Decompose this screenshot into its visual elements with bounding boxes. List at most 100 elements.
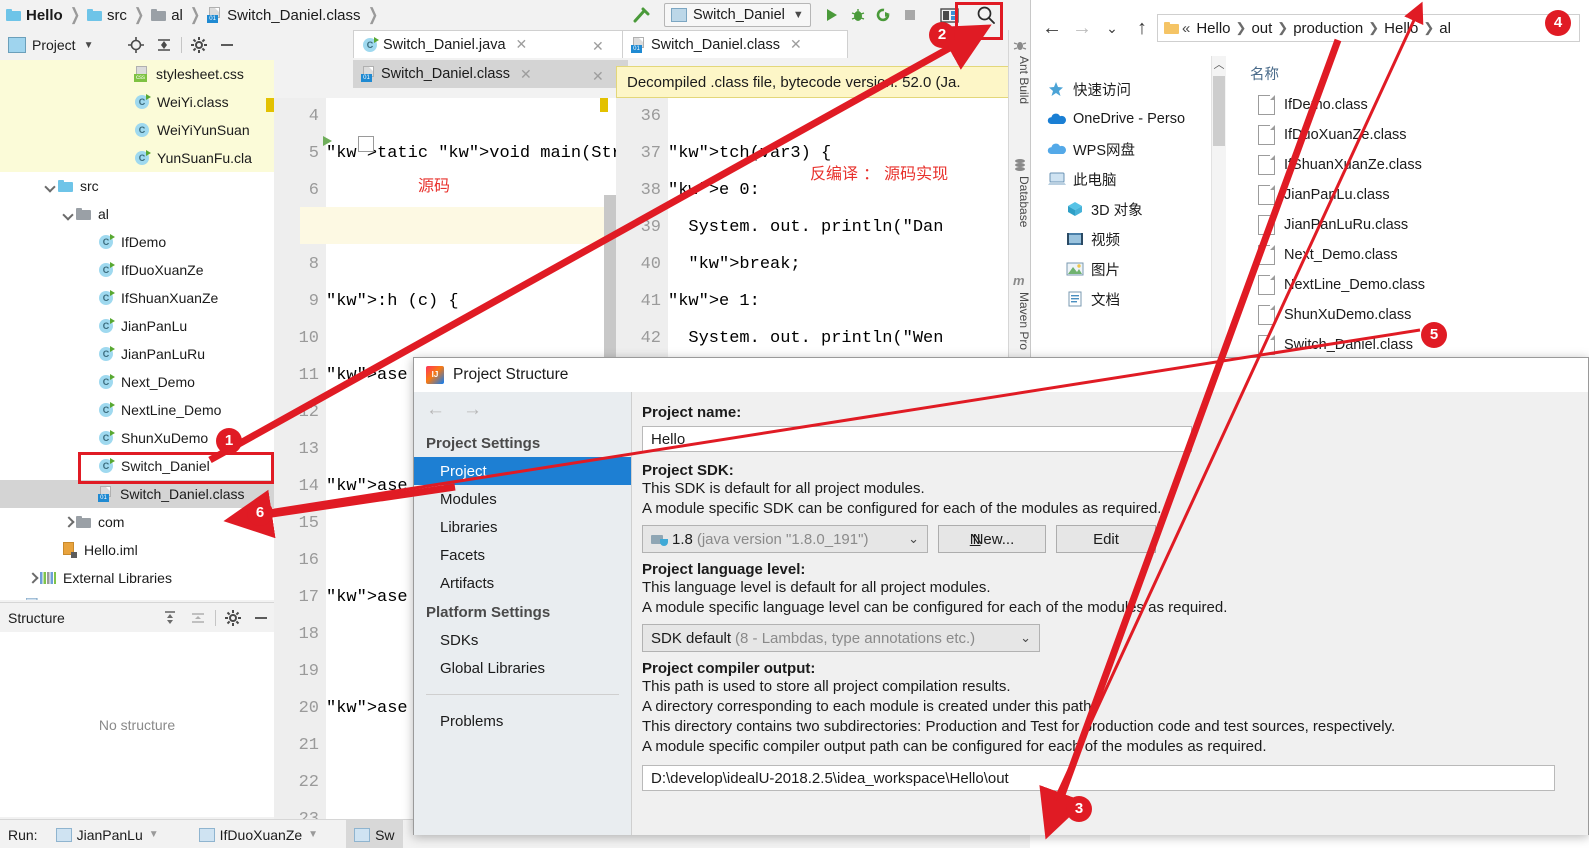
- tree-item-weiyi-class[interactable]: C WeiYi.class: [0, 88, 274, 116]
- close-icon[interactable]: ✕: [520, 66, 532, 83]
- hammer-icon[interactable]: [628, 3, 654, 27]
- chevron-down-icon[interactable]: [44, 179, 58, 193]
- explorer-sidebar-item-6[interactable]: 视频: [1031, 224, 1211, 254]
- project-structure-icon[interactable]: [937, 3, 963, 27]
- editor-tab-java[interactable]: C Switch_Daniel.java ✕: [353, 30, 628, 58]
- file-list-item[interactable]: NextLine_Demo.class: [1240, 270, 1589, 300]
- hide-icon[interactable]: [252, 609, 270, 627]
- tool-window-maven[interactable]: Maven Pro: [1009, 292, 1030, 350]
- tree-item-nextline-demo[interactable]: C NextLine_Demo: [0, 396, 274, 424]
- tool-window-ant-build[interactable]: Ant Build: [1009, 56, 1030, 104]
- file-list-item[interactable]: IfDemo.class: [1240, 90, 1589, 120]
- code-line[interactable]: [326, 98, 616, 135]
- collapse-all-icon[interactable]: [155, 36, 173, 54]
- breadcrumb-item-src[interactable]: src: [86, 7, 127, 24]
- tree-item-ifduoxuanze[interactable]: C IfDuoXuanZe: [0, 256, 274, 284]
- breadcrumb-item-al[interactable]: al: [151, 7, 183, 24]
- sidebar-item-sdks[interactable]: SDKs: [414, 626, 631, 654]
- chevron-right-icon[interactable]: [62, 515, 76, 529]
- chevron-right-icon[interactable]: [26, 571, 40, 585]
- chevron-down-icon[interactable]: ▼: [84, 40, 94, 51]
- new-sdk-button[interactable]: N New...: [938, 525, 1046, 553]
- chevron-down-icon[interactable]: ⌄: [1097, 13, 1127, 43]
- tree-item-stylesheet-css[interactable]: css stylesheet.css: [0, 60, 274, 88]
- tree-item-jianpanlu[interactable]: C JianPanLu: [0, 312, 274, 340]
- debug-icon[interactable]: [845, 3, 871, 27]
- structure-panel-title[interactable]: Structure: [8, 610, 65, 626]
- project-sdk-select[interactable]: 1.8 (java version "1.8.0_191") ⌄: [642, 525, 928, 553]
- file-list-item[interactable]: Switch_Daniel.class: [1240, 330, 1589, 360]
- close-icon[interactable]: ✕: [592, 68, 604, 85]
- tree-item-weiyiyunsuan[interactable]: C WeiYiYunSuan: [0, 116, 274, 144]
- explorer-sidebar-item-7[interactable]: 图片: [1031, 254, 1211, 284]
- code-line[interactable]: g c = "Daniel";: [326, 209, 616, 246]
- run-configuration-selector[interactable]: Switch_Daniel ▼: [664, 3, 811, 27]
- sidebar-item-facets[interactable]: Facets: [414, 541, 631, 569]
- scroll-up-icon[interactable]: ︿: [1212, 56, 1226, 74]
- file-list-item[interactable]: ShunXuDemo.class: [1240, 300, 1589, 330]
- explorer-sidebar-item-3[interactable]: WPS网盘: [1031, 134, 1211, 164]
- collapse-all-icon[interactable]: [189, 609, 207, 627]
- file-list-item[interactable]: JianPanLuRu.class: [1240, 210, 1589, 240]
- arrow-right-icon[interactable]: →: [1067, 13, 1097, 43]
- gear-icon[interactable]: [190, 36, 208, 54]
- code-line[interactable]: [668, 98, 1008, 135]
- run-tab-ifduoxuanze[interactable]: IfDuoXuanZe ▼: [191, 820, 326, 848]
- code-line[interactable]: [326, 172, 616, 209]
- tree-item-jianpanluru[interactable]: C JianPanLuRu: [0, 340, 274, 368]
- editor-tab-class[interactable]: 01 Switch_Daniel.class ✕: [353, 60, 628, 88]
- file-list-item[interactable]: JianPanLu.class: [1240, 180, 1589, 210]
- locate-icon[interactable]: [127, 36, 145, 54]
- run-tab-jianpanlu[interactable]: JianPanLu ▼: [48, 820, 167, 848]
- editor-tab-class-top[interactable]: 01 Switch_Daniel.class ✕: [622, 30, 848, 58]
- language-level-select[interactable]: SDK default (8 - Lambdas, type annotatio…: [642, 624, 1040, 652]
- file-list-item[interactable]: Next_Demo.class: [1240, 240, 1589, 270]
- tree-item-ifdemo[interactable]: C IfDemo: [0, 228, 274, 256]
- tree-item-next-demo[interactable]: C Next_Demo: [0, 368, 274, 396]
- tool-window-database[interactable]: Database: [1009, 176, 1030, 227]
- address-crumb-production[interactable]: production: [1293, 20, 1363, 37]
- tree-item-external-libraries[interactable]: External Libraries: [0, 564, 274, 592]
- arrow-left-icon[interactable]: ←: [426, 399, 445, 421]
- file-list-item[interactable]: IfDuoXuanZe.class: [1240, 120, 1589, 150]
- chevron-down-icon[interactable]: [62, 207, 76, 221]
- explorer-sidebar-item-4[interactable]: 此电脑: [1031, 164, 1211, 194]
- expand-all-icon[interactable]: [161, 609, 179, 627]
- sidebar-item-libraries[interactable]: Libraries: [414, 513, 631, 541]
- column-header-name[interactable]: 名称: [1240, 56, 1589, 90]
- project-tree[interactable]: css stylesheet.css C WeiYi.class C WeiYiYunSu…: [0, 60, 274, 600]
- arrow-up-icon[interactable]: ↑: [1127, 13, 1157, 43]
- search-icon[interactable]: [973, 3, 999, 27]
- code-line[interactable]: System. out. println("Dan: [668, 209, 1008, 246]
- tree-item-ifshuanxuanze[interactable]: C IfShuanXuanZe: [0, 284, 274, 312]
- sidebar-item-problems[interactable]: Problems: [414, 707, 631, 735]
- fold-marker-icon[interactable]: [358, 136, 374, 152]
- code-line[interactable]: [326, 246, 616, 283]
- breadcrumb-item-class[interactable]: 01 Switch_Daniel.class: [207, 7, 361, 24]
- sidebar-item-global-libraries[interactable]: Global Libraries: [414, 654, 631, 682]
- breadcrumb-item-hello[interactable]: Hello: [6, 7, 63, 24]
- close-icon[interactable]: ✕: [592, 38, 604, 55]
- tree-item-hello-iml[interactable]: Hello.iml: [0, 536, 274, 564]
- tree-item-yunsuanfu-cla[interactable]: C YunSuanFu.cla: [0, 144, 274, 172]
- run-icon[interactable]: [819, 3, 845, 27]
- sidebar-item-modules[interactable]: Modules: [414, 485, 631, 513]
- run-with-coverage-icon[interactable]: [871, 3, 897, 27]
- address-crumb-out[interactable]: out: [1251, 20, 1272, 37]
- code-line[interactable]: [326, 320, 616, 357]
- code-line[interactable]: System. out. println("Wen: [668, 320, 1008, 357]
- tree-item-al[interactable]: al: [0, 200, 274, 228]
- arrow-right-icon[interactable]: →: [463, 399, 482, 421]
- sidebar-item-project[interactable]: Project: [414, 457, 631, 485]
- chevron-down-icon[interactable]: ▼: [308, 829, 318, 840]
- explorer-sidebar-item-8[interactable]: 文档: [1031, 284, 1211, 314]
- close-icon[interactable]: ✕: [790, 36, 802, 53]
- address-crumb-hello[interactable]: Hello: [1196, 20, 1230, 37]
- close-icon[interactable]: ✕: [516, 36, 528, 53]
- hide-icon[interactable]: [218, 36, 236, 54]
- tree-item-scratches-and-consoles[interactable]: Scratches and Consoles: [0, 592, 274, 600]
- project-panel-title[interactable]: Project: [32, 37, 76, 53]
- address-bar[interactable]: « Hello ❯ out ❯ production ❯ Hello ❯ al: [1157, 14, 1580, 42]
- tree-item-switch-daniel-class[interactable]: 01 Switch_Daniel.class: [0, 480, 274, 508]
- run-gutter-icon[interactable]: [320, 134, 334, 148]
